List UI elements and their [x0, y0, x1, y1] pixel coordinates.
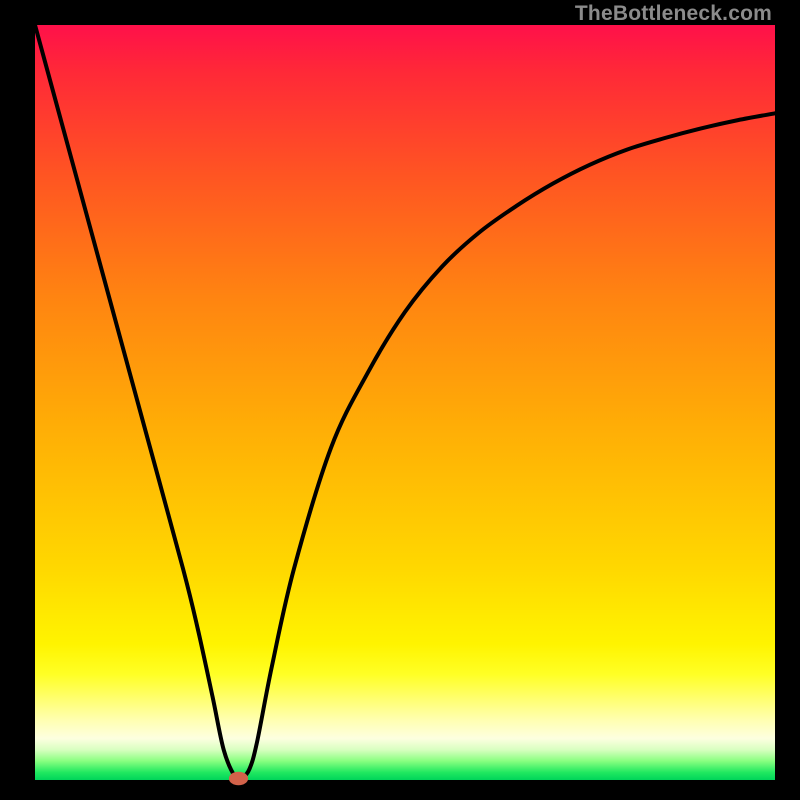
bottleneck-curve-path [35, 25, 775, 779]
chart-svg [0, 0, 800, 800]
chart-frame: TheBottleneck.com [0, 0, 800, 800]
minimum-marker [229, 772, 248, 786]
